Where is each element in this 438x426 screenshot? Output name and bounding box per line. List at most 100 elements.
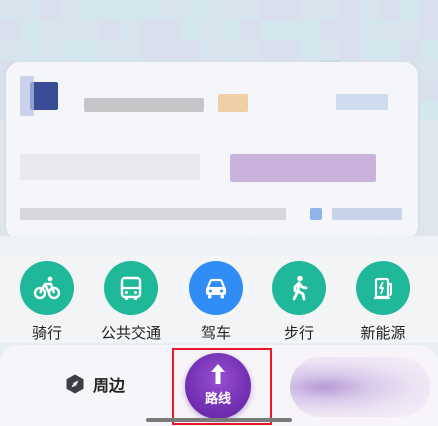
map-tile: [120, 20, 140, 40]
map-tile: [220, 20, 240, 40]
mode-label: 步行: [283, 324, 314, 342]
car-icon: [189, 261, 243, 315]
map-tile: [20, 20, 40, 40]
home-indicator: [146, 418, 292, 422]
map-tile: [0, 20, 20, 40]
map-fade: [0, 236, 438, 255]
map-tile: [420, 40, 438, 60]
map-tile: [100, 40, 120, 60]
map-tile: [60, 0, 80, 20]
map-tile: [220, 40, 240, 60]
map-tile: [100, 20, 120, 40]
map-tile: [140, 40, 160, 60]
tab-nearby[interactable]: 周边: [64, 372, 125, 396]
ev-charger-icon: [356, 261, 410, 315]
map-tile: [240, 40, 260, 60]
bus-icon: [104, 261, 158, 315]
map-tile: [320, 40, 340, 60]
blurred-info-card[interactable]: [6, 62, 418, 240]
map-tile: [300, 20, 320, 40]
travel-mode-bar: 骑行 公共交通 驾车 步行 新能源: [0, 255, 438, 343]
map-tile: [340, 20, 360, 40]
blurred-text: [20, 208, 286, 220]
map-tile: [300, 0, 320, 20]
map-tile: [260, 0, 280, 20]
map-tile: [400, 40, 420, 60]
map-tile: [0, 0, 20, 20]
map-tile: [240, 0, 260, 20]
map-tile: [360, 20, 380, 40]
map-tile: [340, 0, 360, 20]
map-tile: [180, 20, 200, 40]
map-tile: [260, 20, 280, 40]
hexagon-compass-icon: [66, 374, 84, 394]
app-screen: 骑行 公共交通 驾车 步行 新能源 周边 路线: [0, 0, 438, 426]
map-tile: [180, 0, 200, 20]
map-tile: [200, 0, 220, 20]
map-tile: [40, 40, 60, 60]
map-tile: [380, 0, 400, 20]
map-tile: [200, 20, 220, 40]
map-tile: [300, 40, 320, 60]
map-tile: [220, 0, 240, 20]
map-tile: [100, 0, 120, 20]
map-tile: [240, 20, 260, 40]
mode-bicycle[interactable]: 骑行: [9, 261, 85, 345]
map-tile: [160, 0, 180, 20]
map-tile: [20, 40, 40, 60]
map-tile: [120, 0, 140, 20]
map-tile: [200, 40, 220, 60]
bottom-tab-bar: 周边 路线: [0, 345, 438, 426]
mode-label: 驾车: [200, 324, 231, 342]
map-tile: [420, 80, 438, 100]
walk-icon: [272, 261, 326, 315]
map-tile: [380, 20, 400, 40]
map-tile: [280, 20, 300, 40]
map-tile: [360, 40, 380, 60]
blurred-tag: [336, 94, 388, 110]
map-tile: [420, 60, 438, 80]
map-tile: [180, 40, 200, 60]
map-tile: [320, 20, 340, 40]
blurred-text: [84, 98, 204, 112]
map-tile: [420, 20, 438, 40]
blurred-dot: [310, 208, 322, 220]
map-tile: [0, 40, 20, 60]
map-tile: [400, 0, 420, 20]
map-tile: [320, 0, 340, 20]
map-tile: [60, 20, 80, 40]
map-tile: [260, 40, 280, 60]
map-tile: [80, 40, 100, 60]
route-highlight-box: [172, 348, 272, 425]
map-tile: [280, 0, 300, 20]
map-tile: [60, 40, 80, 60]
map-tile: [400, 20, 420, 40]
bicycle-icon: [20, 261, 74, 315]
blurred-text: [332, 208, 402, 220]
map-tile: [360, 0, 380, 20]
map-tile: [380, 40, 400, 60]
map-tile: [280, 40, 300, 60]
mode-label: 公共交通: [100, 324, 161, 342]
map-tile: [80, 0, 100, 20]
map-tile: [80, 20, 100, 40]
map-view[interactable]: [0, 0, 438, 255]
blurred-thumbnail: [30, 82, 58, 110]
mode-drive[interactable]: 驾车: [178, 261, 254, 345]
map-tile: [420, 0, 438, 20]
map-tile: [160, 40, 180, 60]
mode-label: 新能源: [360, 324, 406, 342]
mode-label: 骑行: [31, 324, 62, 342]
map-tile: [140, 0, 160, 20]
mode-walk[interactable]: 步行: [261, 261, 337, 345]
blurred-tag: [218, 94, 248, 112]
mode-new-energy[interactable]: 新能源: [345, 261, 421, 345]
blurred-tab-banner[interactable]: [290, 357, 430, 417]
blurred-text: [20, 154, 200, 180]
blurred-block: [20, 76, 34, 116]
mode-public-transit[interactable]: 公共交通: [93, 261, 169, 345]
map-tile: [140, 20, 160, 40]
map-tile: [40, 20, 60, 40]
map-tile: [340, 40, 360, 60]
map-tile: [120, 40, 140, 60]
